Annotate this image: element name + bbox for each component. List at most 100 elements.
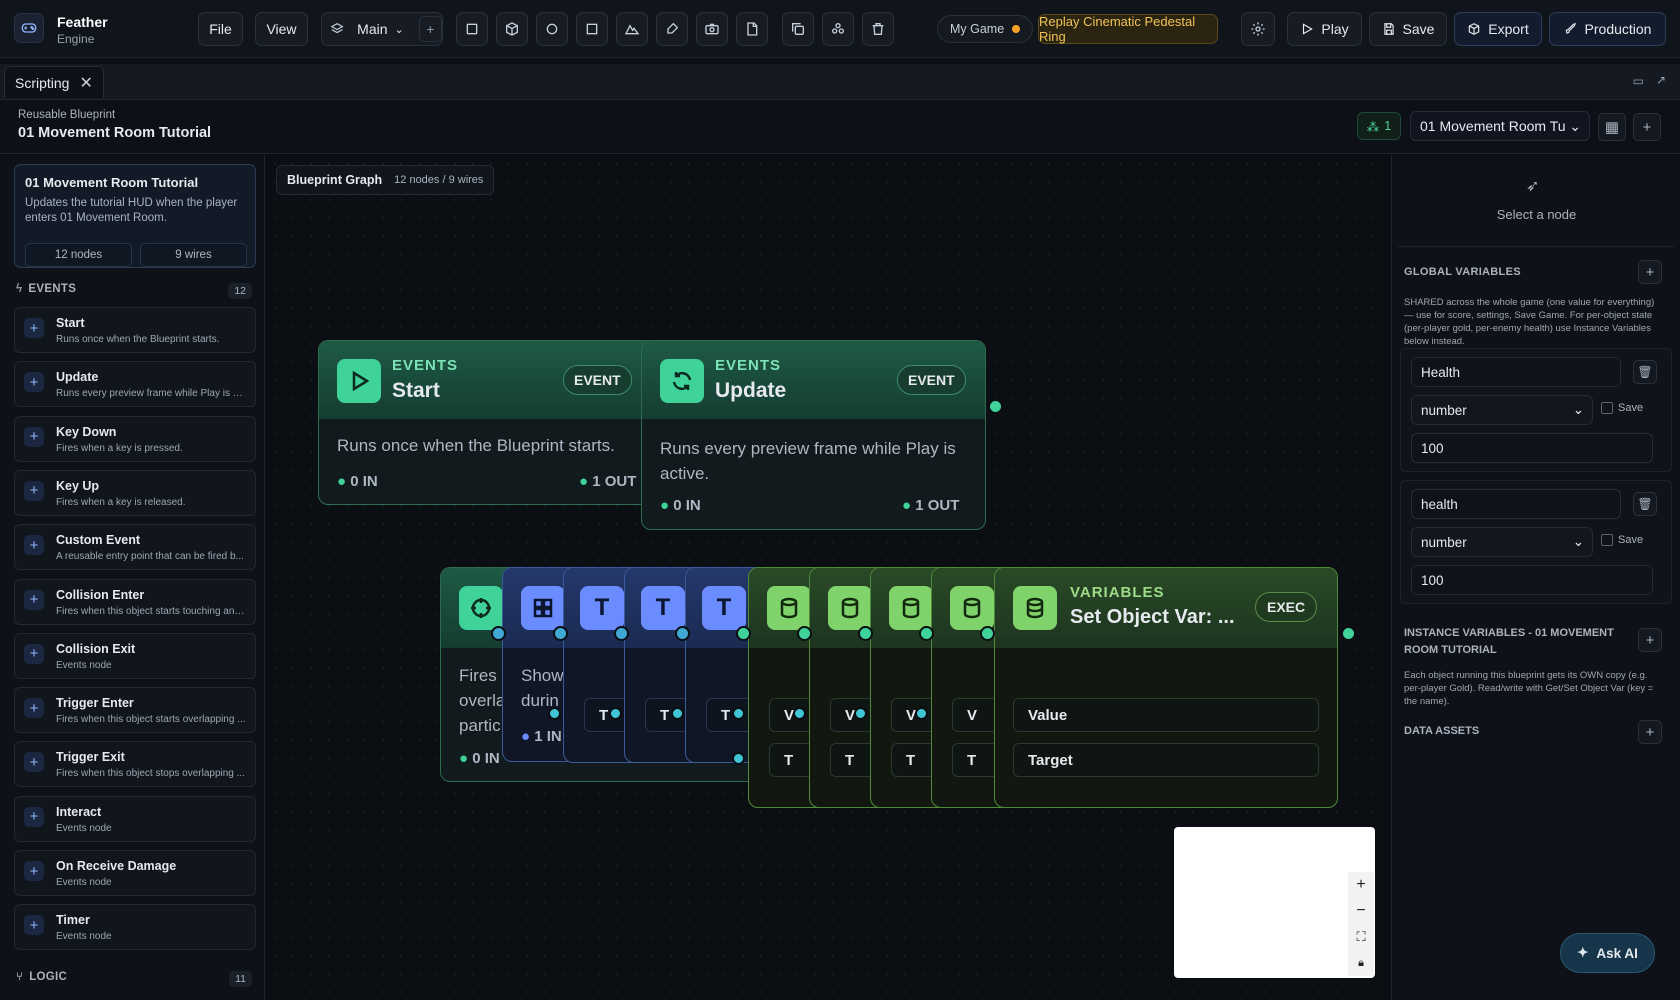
event-item[interactable]: + Timer Events node <box>14 904 256 951</box>
blueprint-select[interactable]: 01 Movement Room Tu ⌄ <box>1410 111 1590 141</box>
add-node-icon[interactable]: + <box>24 480 44 501</box>
event-item[interactable]: + Key Up Fires when a key is released. <box>14 469 256 516</box>
brush-tool-icon[interactable] <box>656 12 688 46</box>
value-input[interactable]: Value <box>1013 698 1319 732</box>
save-checkbox[interactable]: Save <box>1601 534 1643 546</box>
trash-icon[interactable]: 🗑︎ <box>1633 492 1657 516</box>
script-file-icon[interactable] <box>736 12 768 46</box>
export-button[interactable]: Export <box>1454 12 1542 46</box>
add-node-icon[interactable]: + <box>24 806 44 827</box>
event-item[interactable]: + Collision Exit Events node <box>14 632 256 679</box>
node-event-update[interactable]: EVENTS Update EVENT Runs every preview f… <box>641 340 986 530</box>
event-item[interactable]: + Interact Events node <box>14 795 256 842</box>
exec-output-port[interactable] <box>988 399 1003 414</box>
data-port[interactable] <box>793 707 806 720</box>
lock-icon[interactable]: 🔒︎ <box>1348 950 1374 976</box>
data-port[interactable] <box>915 707 928 720</box>
group-icon[interactable] <box>822 12 854 46</box>
settings-gear-icon[interactable] <box>1241 12 1275 46</box>
scene-selector[interactable]: Main ⌄ + <box>321 12 443 46</box>
zoom-in-icon[interactable]: + <box>1348 872 1374 898</box>
add-instance-var-button[interactable]: + <box>1638 628 1662 652</box>
cube-tool-icon[interactable] <box>496 12 528 46</box>
node-event-start[interactable]: EVENTS Start EVENT Runs once when the Bl… <box>318 340 658 505</box>
data-port[interactable] <box>732 752 745 765</box>
game-chip[interactable]: My Game <box>937 15 1034 43</box>
add-node-icon[interactable]: + <box>24 752 44 773</box>
var-name-input[interactable]: health <box>1411 489 1621 519</box>
event-item[interactable]: + Collision Enter Fires when this object s… <box>14 578 256 625</box>
logic-section-header[interactable]: ⑂ LOGIC <box>16 971 67 983</box>
square-tool-icon[interactable] <box>456 12 488 46</box>
node-set-object-var[interactable]: VARIABLES Set Object Var: ... EXEC Value… <box>994 567 1338 808</box>
add-node-icon[interactable]: + <box>24 318 44 338</box>
event-item[interactable]: + Custom Event A reusable entry point that… <box>14 524 256 571</box>
production-button[interactable]: Production <box>1549 12 1666 46</box>
plane-tool-icon[interactable] <box>576 12 608 46</box>
data-port[interactable] <box>732 707 745 720</box>
exec-output-port[interactable] <box>1341 626 1356 641</box>
add-node-icon[interactable]: + <box>24 643 44 664</box>
exec-port[interactable] <box>491 626 506 641</box>
blueprint-graph-canvas[interactable]: Blueprint Graph 12 nodes / 9 wires EVENT… <box>266 155 1390 1000</box>
save-button[interactable]: Save <box>1369 12 1447 46</box>
exec-port[interactable] <box>675 626 690 641</box>
exec-port[interactable] <box>919 626 934 641</box>
replay-button[interactable]: Replay Cinematic Pedestal Ring <box>1038 14 1218 44</box>
close-icon[interactable]: ✕ <box>79 73 92 93</box>
add-node-icon[interactable]: + <box>24 426 44 447</box>
add-scene-button[interactable]: + <box>418 16 442 42</box>
data-port[interactable] <box>548 707 561 720</box>
exec-port[interactable] <box>614 626 629 641</box>
event-item[interactable]: + Key Down Fires when a key is pressed. <box>14 415 256 462</box>
exec-port[interactable] <box>858 626 873 641</box>
var-value-input[interactable]: 100 <box>1411 565 1653 595</box>
grid-view-icon[interactable]: ▦ <box>1598 113 1626 141</box>
var-name-input[interactable]: Health <box>1411 357 1621 387</box>
exec-port[interactable] <box>797 626 812 641</box>
file-menu-button[interactable]: File <box>198 12 243 46</box>
var-value-input[interactable]: 100 <box>1411 433 1653 463</box>
popout-icon[interactable]: ↗ <box>1656 73 1666 87</box>
add-node-icon[interactable]: + <box>24 535 44 556</box>
instance-count-badge[interactable]: ⁂ 1 <box>1357 112 1401 140</box>
event-item[interactable]: + Start Runs once when the Blueprint start… <box>14 307 256 353</box>
add-node-icon[interactable]: + <box>24 698 44 719</box>
view-menu-button[interactable]: View <box>255 12 308 46</box>
minimize-panel-icon[interactable]: ▭ <box>1633 74 1644 88</box>
circle-tool-icon[interactable] <box>536 12 568 46</box>
terrain-tool-icon[interactable] <box>616 12 648 46</box>
var-type-select[interactable]: number ⌄ <box>1411 395 1593 425</box>
duplicate-icon[interactable] <box>782 12 814 46</box>
add-node-icon[interactable]: + <box>24 861 44 881</box>
event-item[interactable]: + Update Runs every preview frame while Pl… <box>14 361 256 408</box>
event-item[interactable]: + Trigger Enter Fires when this object sta… <box>14 687 256 734</box>
event-item[interactable]: + Trigger Exit Fires when this object stop… <box>14 741 256 788</box>
zoom-out-icon[interactable]: − <box>1348 898 1374 924</box>
var-type-select[interactable]: number ⌄ <box>1411 527 1593 557</box>
exec-port[interactable] <box>980 626 995 641</box>
trash-icon[interactable] <box>862 12 894 46</box>
data-port[interactable] <box>854 707 867 720</box>
add-node-icon[interactable]: + <box>24 589 44 610</box>
exec-port[interactable] <box>553 626 568 641</box>
add-node-icon[interactable]: + <box>24 372 44 393</box>
add-global-var-button[interactable]: + <box>1638 260 1662 284</box>
play-button[interactable]: Play <box>1287 12 1362 46</box>
data-port[interactable] <box>609 707 622 720</box>
trash-icon[interactable]: 🗑︎ <box>1633 360 1657 384</box>
minimap[interactable] <box>1174 827 1375 978</box>
camera-tool-icon[interactable] <box>696 12 728 46</box>
data-port[interactable] <box>671 707 684 720</box>
add-data-asset-button[interactable]: + <box>1638 720 1662 744</box>
add-node-icon[interactable]: + <box>24 915 44 936</box>
ask-ai-button[interactable]: ✦ Ask AI <box>1560 933 1655 973</box>
target-input[interactable]: Target <box>1013 743 1319 777</box>
add-blueprint-button[interactable]: + <box>1633 113 1661 141</box>
event-item[interactable]: + On Receive Damage Events node <box>14 850 256 896</box>
fit-view-icon[interactable]: ⛶ <box>1348 924 1374 950</box>
events-section-header[interactable]: ϟ EVENTS <box>16 283 76 295</box>
save-checkbox[interactable]: Save <box>1601 402 1643 414</box>
tab-scripting[interactable]: Scripting ✕ <box>4 66 104 98</box>
exec-port[interactable] <box>736 626 751 641</box>
